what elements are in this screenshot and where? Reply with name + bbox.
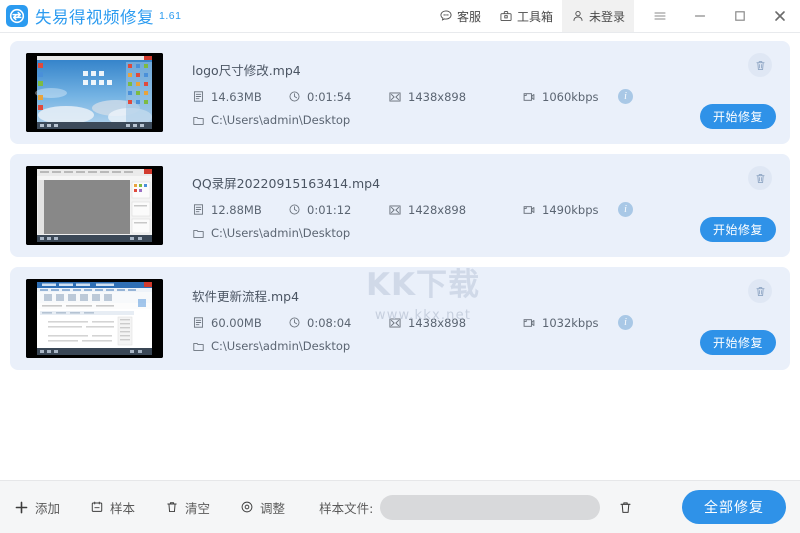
info-icon[interactable]: i bbox=[618, 315, 633, 330]
file-resolution-value: 1438x898 bbox=[408, 89, 467, 104]
file-resolution-value: 1428x898 bbox=[408, 202, 467, 217]
file-duration-value: 0:08:04 bbox=[307, 315, 352, 330]
video-thumbnail bbox=[26, 279, 163, 358]
file-resolution-value: 1438x898 bbox=[408, 315, 467, 330]
file-size-value: 14.63MB bbox=[211, 89, 262, 104]
file-size: 14.63MB bbox=[192, 90, 288, 104]
repair-file-button[interactable]: 开始修复 bbox=[700, 330, 776, 355]
file-duration: 0:01:54 bbox=[288, 90, 388, 104]
file-size-icon bbox=[192, 203, 205, 216]
sample-button[interactable]: 样本 bbox=[90, 498, 135, 517]
file-duration-value: 0:01:12 bbox=[307, 202, 352, 217]
app-window: 失易得视频修复 1.61 客服 工具箱 未登录 logo尺寸修改.mp4 14.… bbox=[0, 0, 800, 533]
chat-support-icon bbox=[439, 9, 453, 23]
file-size: 12.88MB bbox=[192, 203, 288, 217]
video-bitrate-icon bbox=[522, 90, 536, 104]
sample-file-label: 样本文件: bbox=[319, 500, 374, 516]
file-path: C:\Users\admin\Desktop bbox=[211, 113, 351, 127]
video-bitrate-icon bbox=[522, 203, 536, 217]
file-bitrate: 1032kbps bbox=[522, 316, 614, 330]
trash-icon bbox=[165, 500, 179, 514]
sample-label: 样本 bbox=[110, 500, 136, 516]
resolution-icon bbox=[388, 203, 402, 217]
delete-file-button[interactable] bbox=[748, 279, 772, 303]
file-list: logo尺寸修改.mp4 14.63MB 0:01:54 1438x898 10… bbox=[0, 33, 800, 480]
support-label: 客服 bbox=[456, 9, 481, 24]
add-label: 添加 bbox=[35, 500, 61, 516]
file-card[interactable]: QQ录屏20220915163414.mp4 12.88MB 0:01:12 1… bbox=[10, 154, 790, 257]
folder-icon bbox=[192, 227, 205, 240]
adjust-icon bbox=[240, 500, 254, 514]
file-resolution: 1438x898 bbox=[388, 316, 522, 330]
file-bitrate: 1490kbps bbox=[522, 203, 614, 217]
file-card[interactable]: 软件更新流程.mp4 60.00MB 0:08:04 1438x898 1032… bbox=[10, 267, 790, 370]
clock-icon bbox=[288, 316, 301, 329]
sample-file-delete-button[interactable] bbox=[618, 500, 633, 515]
file-size-icon bbox=[192, 90, 205, 103]
app-logo-icon bbox=[6, 5, 28, 27]
clear-label: 清空 bbox=[185, 500, 211, 516]
file-bitrate-value: 1490kbps bbox=[542, 202, 599, 217]
login-label: 未登录 bbox=[588, 9, 625, 24]
sample-file-input[interactable] bbox=[380, 494, 601, 520]
file-duration-value: 0:01:54 bbox=[307, 89, 352, 104]
file-bitrate: 1060kbps bbox=[522, 90, 614, 104]
toolbox-label: 工具箱 bbox=[516, 9, 553, 24]
file-size-icon bbox=[192, 316, 205, 329]
repair-all-button[interactable]: 全部修复 bbox=[682, 490, 786, 524]
info-icon[interactable]: i bbox=[618, 89, 633, 104]
folder-icon bbox=[192, 114, 205, 127]
file-path: C:\Users\admin\Desktop bbox=[211, 226, 351, 240]
resolution-icon bbox=[388, 316, 402, 330]
file-size: 60.00MB bbox=[192, 316, 288, 330]
close-icon[interactable] bbox=[760, 0, 800, 32]
file-size-value: 12.88MB bbox=[211, 202, 262, 217]
login-button[interactable]: 未登录 bbox=[561, 0, 634, 32]
repair-file-button[interactable]: 开始修复 bbox=[700, 217, 776, 242]
plus-icon bbox=[14, 500, 29, 515]
delete-file-button[interactable] bbox=[748, 53, 772, 77]
support-button[interactable]: 客服 bbox=[430, 0, 490, 32]
folder-icon bbox=[192, 340, 205, 353]
file-bitrate-value: 1060kbps bbox=[542, 89, 599, 104]
info-icon[interactable]: i bbox=[618, 202, 633, 217]
card-actions: 开始修复 bbox=[656, 267, 776, 370]
clear-button[interactable]: 清空 bbox=[165, 498, 210, 517]
sample-icon bbox=[90, 500, 104, 514]
app-version: 1.61 bbox=[159, 10, 182, 22]
resolution-icon bbox=[388, 90, 402, 104]
file-card[interactable]: logo尺寸修改.mp4 14.63MB 0:01:54 1438x898 10… bbox=[10, 41, 790, 144]
clock-icon bbox=[288, 90, 301, 103]
file-bitrate-value: 1032kbps bbox=[542, 315, 599, 330]
file-resolution: 1428x898 bbox=[388, 203, 522, 217]
file-duration: 0:01:12 bbox=[288, 203, 388, 217]
bottom-toolbar: 添加 样本 清空 调整 样本文件: 全部修复 bbox=[0, 480, 800, 533]
app-title: 失易得视频修复 bbox=[35, 8, 154, 27]
file-duration: 0:08:04 bbox=[288, 316, 388, 330]
title-bar: 失易得视频修复 1.61 客服 工具箱 未登录 bbox=[0, 0, 800, 33]
hamburger-menu-icon[interactable] bbox=[640, 0, 680, 32]
toolbox-icon bbox=[499, 9, 513, 23]
adjust-label: 调整 bbox=[260, 500, 286, 516]
file-resolution: 1438x898 bbox=[388, 90, 522, 104]
add-button[interactable]: 添加 bbox=[14, 498, 60, 517]
video-thumbnail bbox=[26, 53, 163, 132]
file-path: C:\Users\admin\Desktop bbox=[211, 339, 351, 353]
adjust-button[interactable]: 调整 bbox=[240, 498, 285, 517]
minimize-icon[interactable] bbox=[680, 0, 720, 32]
repair-file-button[interactable]: 开始修复 bbox=[700, 104, 776, 129]
card-actions: 开始修复 bbox=[656, 41, 776, 144]
clock-icon bbox=[288, 203, 301, 216]
video-bitrate-icon bbox=[522, 316, 536, 330]
toolbox-button[interactable]: 工具箱 bbox=[490, 0, 562, 32]
video-thumbnail bbox=[26, 166, 163, 245]
file-size-value: 60.00MB bbox=[211, 315, 262, 330]
card-actions: 开始修复 bbox=[656, 154, 776, 257]
user-icon bbox=[571, 9, 585, 23]
delete-file-button[interactable] bbox=[748, 166, 772, 190]
maximize-icon[interactable] bbox=[720, 0, 760, 32]
